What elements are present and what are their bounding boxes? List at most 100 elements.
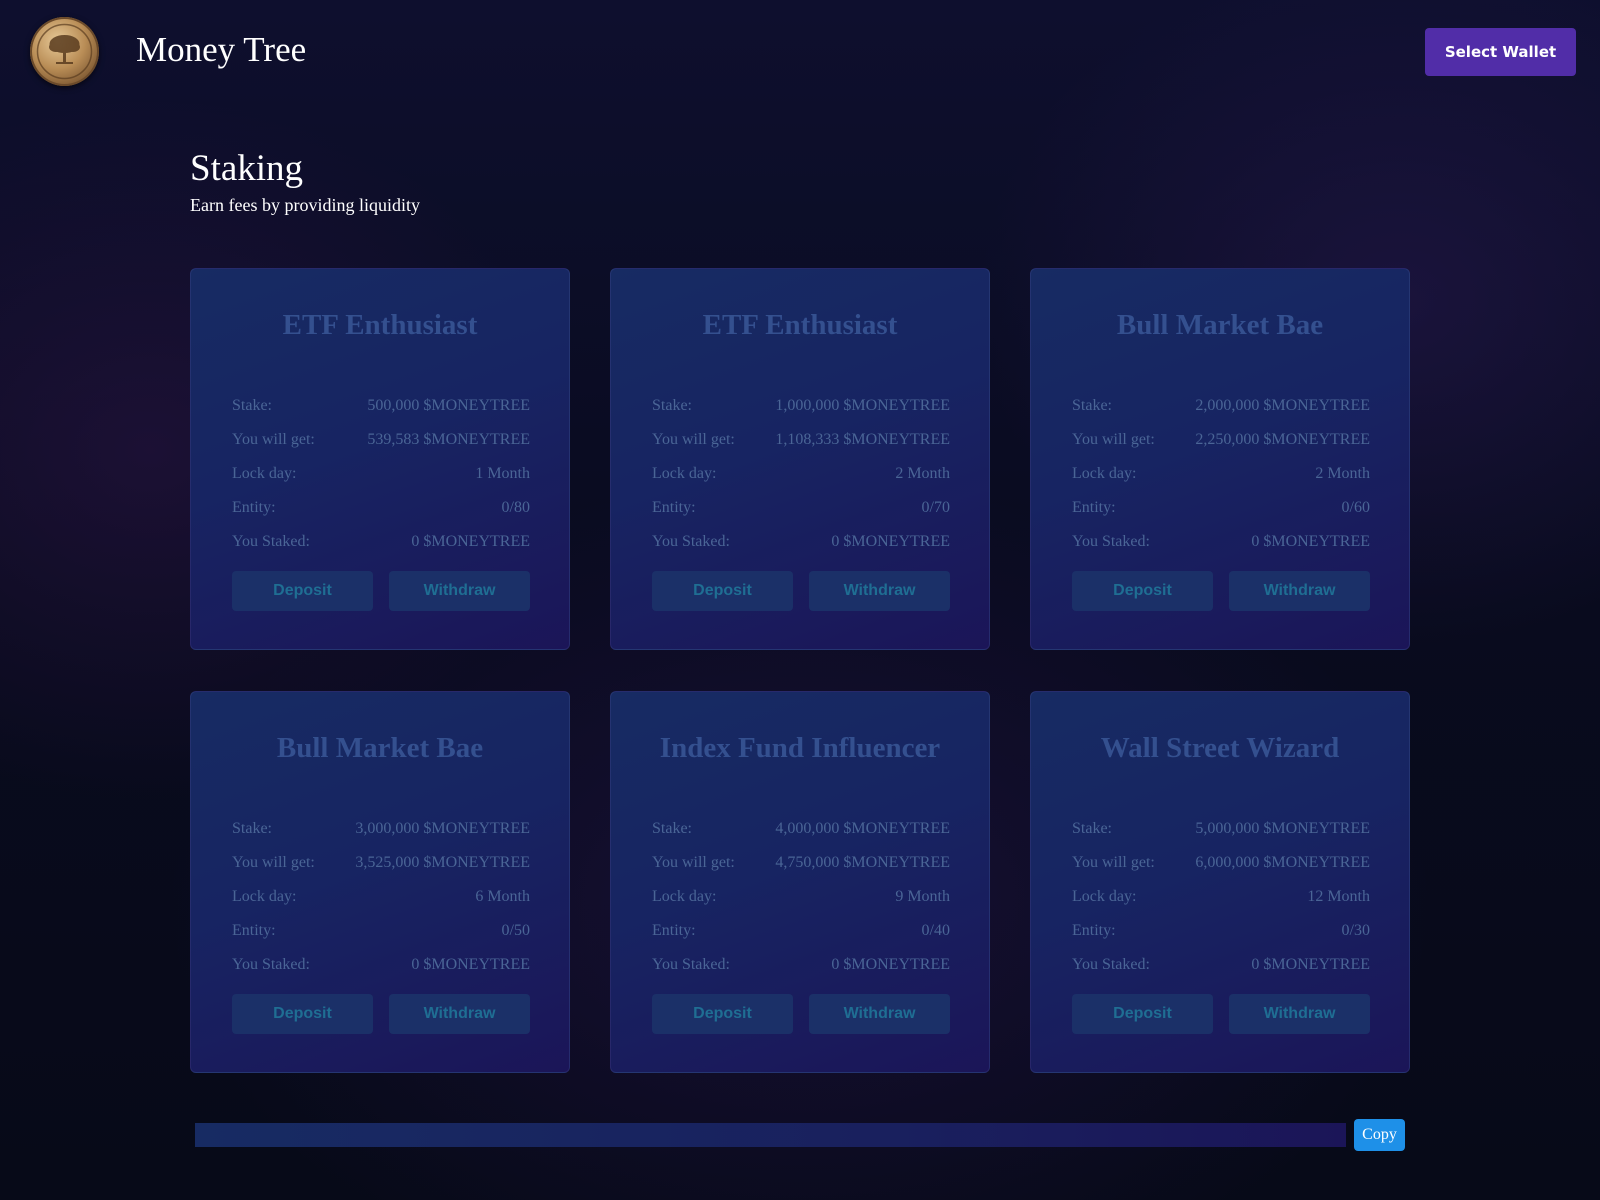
row-label: Lock day: <box>652 888 717 905</box>
row-label: You will get: <box>652 854 735 871</box>
card-row-stake: Stake: 3,000,000 $MONEYTREE <box>232 820 530 844</box>
row-label: You Staked: <box>232 533 310 550</box>
row-label: Stake: <box>1072 820 1112 837</box>
row-label: Entity: <box>1072 922 1116 939</box>
row-label: You will get: <box>652 431 735 448</box>
card-row-stake: Stake: 2,000,000 $MONEYTREE <box>1072 397 1370 421</box>
withdraw-button[interactable]: Withdraw <box>809 571 950 611</box>
row-value: 1 Month <box>475 465 530 482</box>
staking-card: Index Fund Influencer Stake: 4,000,000 $MO… <box>610 691 990 1073</box>
row-value: 0 $MONEYTREE <box>831 956 950 973</box>
deposit-button[interactable]: Deposit <box>1072 571 1213 611</box>
card-row-entity: Entity: 0/80 <box>232 499 530 523</box>
card-row-lock-day: Lock day: 9 Month <box>652 888 950 912</box>
card-title: ETF Enthusiast <box>282 309 478 341</box>
row-label: Stake: <box>1072 397 1112 414</box>
card-row-lock-day: Lock day: 12 Month <box>1072 888 1370 912</box>
card-row-entity: Entity: 0/40 <box>652 922 950 946</box>
row-label: You Staked: <box>652 533 730 550</box>
select-wallet-button[interactable]: Select Wallet <box>1425 28 1576 76</box>
withdraw-button[interactable]: Withdraw <box>389 571 530 611</box>
row-label: Lock day: <box>652 465 717 482</box>
row-label: Stake: <box>232 397 272 414</box>
card-row-entity: Entity: 0/70 <box>652 499 950 523</box>
row-value: 0 $MONEYTREE <box>411 533 530 550</box>
deposit-button[interactable]: Deposit <box>652 994 793 1034</box>
row-label: Entity: <box>652 499 696 516</box>
card-row-you-staked: You Staked: 0 $MONEYTREE <box>652 956 950 980</box>
card-row-entity: Entity: 0/30 <box>1072 922 1370 946</box>
card-row-you-staked: You Staked: 0 $MONEYTREE <box>1072 956 1370 980</box>
header: Money Tree Select Wallet <box>0 0 1600 104</box>
withdraw-button[interactable]: Withdraw <box>389 994 530 1034</box>
row-value: 5,000,000 $MONEYTREE <box>1195 820 1370 837</box>
referral-link-input[interactable] <box>195 1123 1346 1147</box>
withdraw-button[interactable]: Withdraw <box>1229 994 1370 1034</box>
row-label: You will get: <box>1072 854 1155 871</box>
row-value: 539,583 $MONEYTREE <box>367 431 530 448</box>
row-label: Lock day: <box>232 888 297 905</box>
row-label: You Staked: <box>232 956 310 973</box>
deposit-button[interactable]: Deposit <box>1072 994 1213 1034</box>
row-value: 0/40 <box>921 922 950 939</box>
deposit-button[interactable]: Deposit <box>232 994 373 1034</box>
card-row-you-will-get: You will get: 6,000,000 $MONEYTREE <box>1072 854 1370 878</box>
card-row-you-staked: You Staked: 0 $MONEYTREE <box>232 956 530 980</box>
card-row-lock-day: Lock day: 2 Month <box>1072 465 1370 489</box>
row-value: 12 Month <box>1307 888 1370 905</box>
row-value: 6,000,000 $MONEYTREE <box>1195 854 1370 871</box>
row-value: 3,525,000 $MONEYTREE <box>355 854 530 871</box>
card-row-you-will-get: You will get: 2,250,000 $MONEYTREE <box>1072 431 1370 455</box>
row-value: 0/70 <box>921 499 950 516</box>
row-value: 0 $MONEYTREE <box>1251 533 1370 550</box>
row-label: You Staked: <box>652 956 730 973</box>
card-title: Bull Market Bae <box>276 732 484 764</box>
row-value: 0 $MONEYTREE <box>831 533 950 550</box>
withdraw-button[interactable]: Withdraw <box>1229 571 1370 611</box>
copy-button[interactable]: Copy <box>1354 1119 1405 1151</box>
row-label: Entity: <box>232 922 276 939</box>
row-label: Entity: <box>232 499 276 516</box>
card-row-lock-day: Lock day: 1 Month <box>232 465 530 489</box>
row-label: Stake: <box>652 820 692 837</box>
card-row-you-will-get: You will get: 1,108,333 $MONEYTREE <box>652 431 950 455</box>
card-row-you-staked: You Staked: 0 $MONEYTREE <box>232 533 530 557</box>
row-label: You will get: <box>232 431 315 448</box>
card-row-you-will-get: You will get: 3,525,000 $MONEYTREE <box>232 854 530 878</box>
row-value: 4,000,000 $MONEYTREE <box>775 820 950 837</box>
row-value: 0 $MONEYTREE <box>1251 956 1370 973</box>
card-row-entity: Entity: 0/60 <box>1072 499 1370 523</box>
card-row-lock-day: Lock day: 2 Month <box>652 465 950 489</box>
card-row-stake: Stake: 1,000,000 $MONEYTREE <box>652 397 950 421</box>
row-value: 2,250,000 $MONEYTREE <box>1195 431 1370 448</box>
card-title: Index Fund Influencer <box>659 732 941 764</box>
card-row-you-will-get: You will get: 539,583 $MONEYTREE <box>232 431 530 455</box>
row-value: 2 Month <box>895 465 950 482</box>
row-label: You will get: <box>1072 431 1155 448</box>
row-value: 0/60 <box>1341 499 1370 516</box>
row-value: 0/30 <box>1341 922 1370 939</box>
row-value: 2,000,000 $MONEYTREE <box>1195 397 1370 414</box>
withdraw-button[interactable]: Withdraw <box>809 994 950 1034</box>
row-label: Lock day: <box>1072 888 1137 905</box>
card-title: Bull Market Bae <box>1116 309 1324 341</box>
row-label: Entity: <box>652 922 696 939</box>
deposit-button[interactable]: Deposit <box>232 571 373 611</box>
card-row-stake: Stake: 5,000,000 $MONEYTREE <box>1072 820 1370 844</box>
row-label: You will get: <box>232 854 315 871</box>
row-value: 0/50 <box>501 922 530 939</box>
row-label: Stake: <box>232 820 272 837</box>
card-title: ETF Enthusiast <box>702 309 898 341</box>
page-subtitle: Earn fees by providing liquidity <box>190 195 420 215</box>
row-value: 1,108,333 $MONEYTREE <box>775 431 950 448</box>
row-label: You Staked: <box>1072 533 1150 550</box>
row-value: 1,000,000 $MONEYTREE <box>775 397 950 414</box>
deposit-button[interactable]: Deposit <box>652 571 793 611</box>
row-value: 3,000,000 $MONEYTREE <box>355 820 530 837</box>
card-row-lock-day: Lock day: 6 Month <box>232 888 530 912</box>
staking-card: Wall Street Wizard Stake: 5,000,000 $MONEY… <box>1030 691 1410 1073</box>
card-row-you-staked: You Staked: 0 $MONEYTREE <box>1072 533 1370 557</box>
money-tree-logo-icon <box>30 17 99 86</box>
row-value: 0/80 <box>501 499 530 516</box>
row-value: 500,000 $MONEYTREE <box>367 397 530 414</box>
